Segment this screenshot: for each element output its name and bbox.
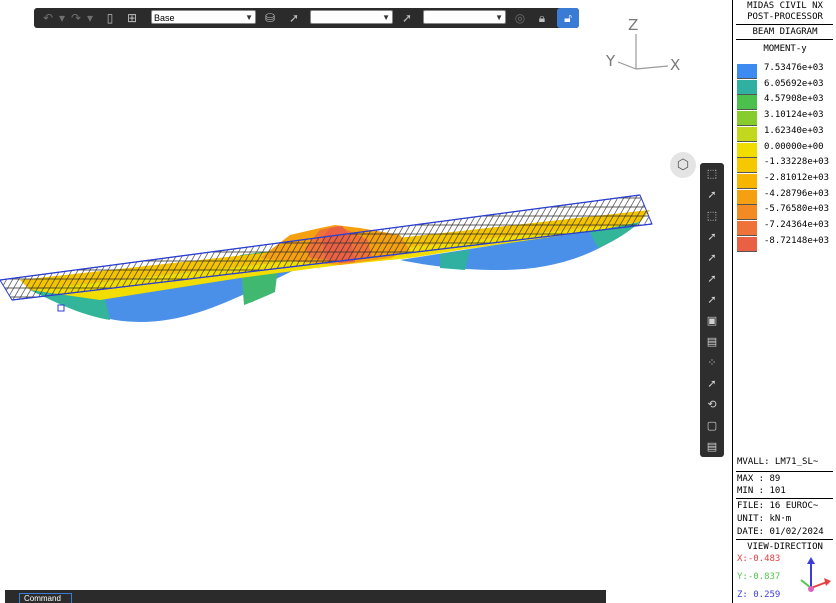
legend-swatch [737,205,757,221]
deselect-icon[interactable]: ➚ [704,376,720,392]
legend-swatch [737,79,757,95]
legend-unit: UNIT: kN·m [737,514,792,524]
lock-icon[interactable]: 🔒︎ [534,10,550,26]
legend-value: -8.72148e+03 [764,235,830,246]
legend-swatch [737,142,757,158]
select-window-icon[interactable]: ➚ [704,187,720,203]
select-filter-icon[interactable]: ➚ [399,10,415,26]
pointer-icon[interactable]: ➚ [286,10,302,26]
lock-active-icon[interactable]: 🔓︎ [557,8,579,28]
legend-file: FILE: 16 EUROC~ [737,501,819,511]
legend-swatch [737,221,757,236]
select-property-icon[interactable]: ➚ [704,271,720,287]
legend-min: MIN : 101 [737,486,786,496]
legend-load-case: MVALL: LM71_SL~ [737,457,819,467]
activate-icon[interactable]: ▤ [704,334,720,350]
axis-y-label: Y [606,52,616,70]
select-group-icon[interactable]: ➚ [704,292,720,308]
load-case-combo[interactable]: ▼ [310,10,393,24]
divider [736,498,833,499]
stage-tool-icon[interactable]: ⊞ [124,10,140,26]
legend-diagram-type: BEAM DIAGRAM [752,27,818,37]
beam-moment-diagram [0,194,653,322]
legend-component: MOMENT-y [763,44,807,54]
view-dir-z: Z: 0.259 [737,590,781,600]
model-viewport[interactable]: ↶ ▾ ↷ ▾ ▯ ⊞ Base ▼ ⛁ ➚ ▼ ➚ ▼ ◎ 🔒︎ 🔓︎ Z Y… [0,0,730,603]
base-combo-value: Base [154,13,175,23]
legend-swatch [737,126,757,142]
select-plane-icon[interactable]: ➚ [704,250,720,266]
legend-swatch [737,111,757,127]
legend-swatch [737,173,757,189]
base-combo[interactable]: Base ▼ [151,10,256,24]
legend-swatch [737,189,757,205]
legend-value: -2.81012e+03 [764,172,830,183]
legend-swatch [737,236,757,252]
view-direction-triad-icon [800,557,831,592]
filter-icon[interactable]: ⛁ [262,10,278,26]
view-dir-y: Y:-0.837 [737,572,781,582]
display-icon[interactable]: ▢ [704,418,720,434]
legend-value: 0.00000e+00 [764,141,824,152]
selection-toolbar: ⬚ ➚ ⬚ ➚ ➚ ➚ ➚ ▣ ▤ ⁘ ➚ ⟲ ▢ ▤ [700,163,724,457]
chevron-down-icon: ▼ [495,13,503,22]
zoom-window-icon[interactable]: ▣ [704,313,720,329]
legend-value: 1.62340e+03 [764,125,824,136]
view-dir-x: X:-0.483 [737,554,781,564]
legend-swatch [737,158,757,174]
command-bar [5,590,606,603]
legend-header-1: MIDAS CIVIL NX [747,1,823,11]
chevron-down-icon[interactable]: ▾ [82,10,98,26]
select-icon[interactable]: ⬚ [704,166,720,182]
group-combo[interactable]: ▼ [423,10,506,24]
legend-panel: MIDAS CIVIL NX POST-PROCESSOR BEAM DIAGR… [732,0,836,603]
legend-value: -5.76580e+03 [764,204,830,215]
legend-value: 3.10124e+03 [764,110,824,121]
select-polygon-icon[interactable]: ⬚ [704,208,720,224]
chevron-down-icon: ▼ [245,13,253,22]
divider [736,471,833,472]
properties-icon[interactable]: ▤ [704,439,720,455]
legend-value: -4.28796e+03 [764,188,830,199]
select-intersect-icon[interactable]: ➚ [704,229,720,245]
top-toolbar: ↶ ▾ ↷ ▾ ▯ ⊞ Base ▼ ⛁ ➚ ▼ ➚ ▼ ◎ 🔒︎ 🔓︎ [34,8,579,28]
legend-value: 6.05692e+03 [764,78,824,89]
axis-x-label: X [670,56,681,74]
axis-z-label: Z [628,16,639,34]
legend-value: 7.53476e+03 [764,63,824,73]
divider [736,539,833,540]
legend-date: DATE: 01/02/2024 [737,527,824,537]
chat-icon[interactable]: ◎ [512,10,528,26]
divider [736,39,833,40]
legend-value: -1.33228e+03 [764,157,830,168]
legend-header-2: POST-PROCESSOR [747,12,823,22]
legend-max: MAX : 89 [737,474,781,484]
legend-swatch [737,95,757,111]
divider [736,24,833,25]
rotate-view-icon[interactable]: ⟲ [704,397,720,413]
node-number-icon[interactable]: ⁘ [704,355,720,371]
command-tab[interactable]: Command [19,593,72,603]
view-cube-icon[interactable]: ⬡ [670,152,696,178]
legend-value: -7.24364e+03 [764,220,830,230]
legend-value: 4.57908e+03 [764,94,824,105]
command-tab-label: Command [24,594,61,603]
chevron-down-icon: ▼ [382,13,390,22]
support-node [57,304,65,312]
legend-swatch [737,64,757,79]
document-icon[interactable]: ▯ [102,10,118,26]
legend-view-direction: VIEW-DIRECTION [747,542,823,552]
